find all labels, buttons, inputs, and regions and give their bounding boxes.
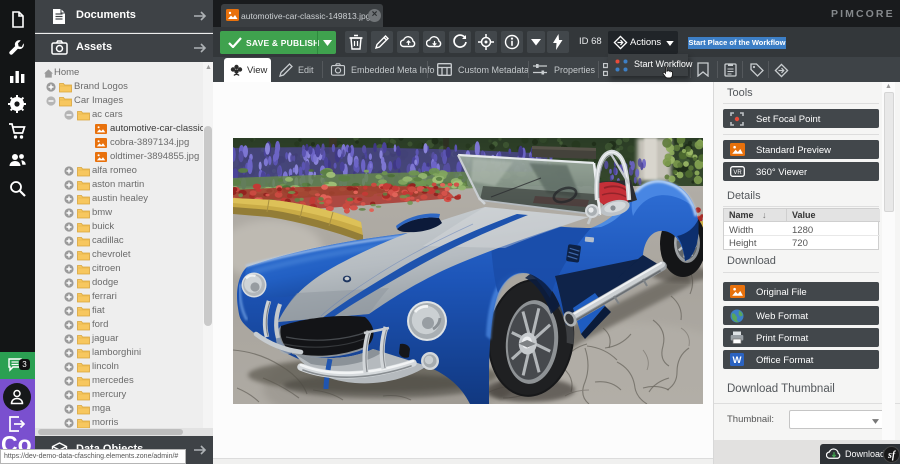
svg-text:VR: VR xyxy=(733,170,742,176)
svg-text:W: W xyxy=(733,355,742,366)
